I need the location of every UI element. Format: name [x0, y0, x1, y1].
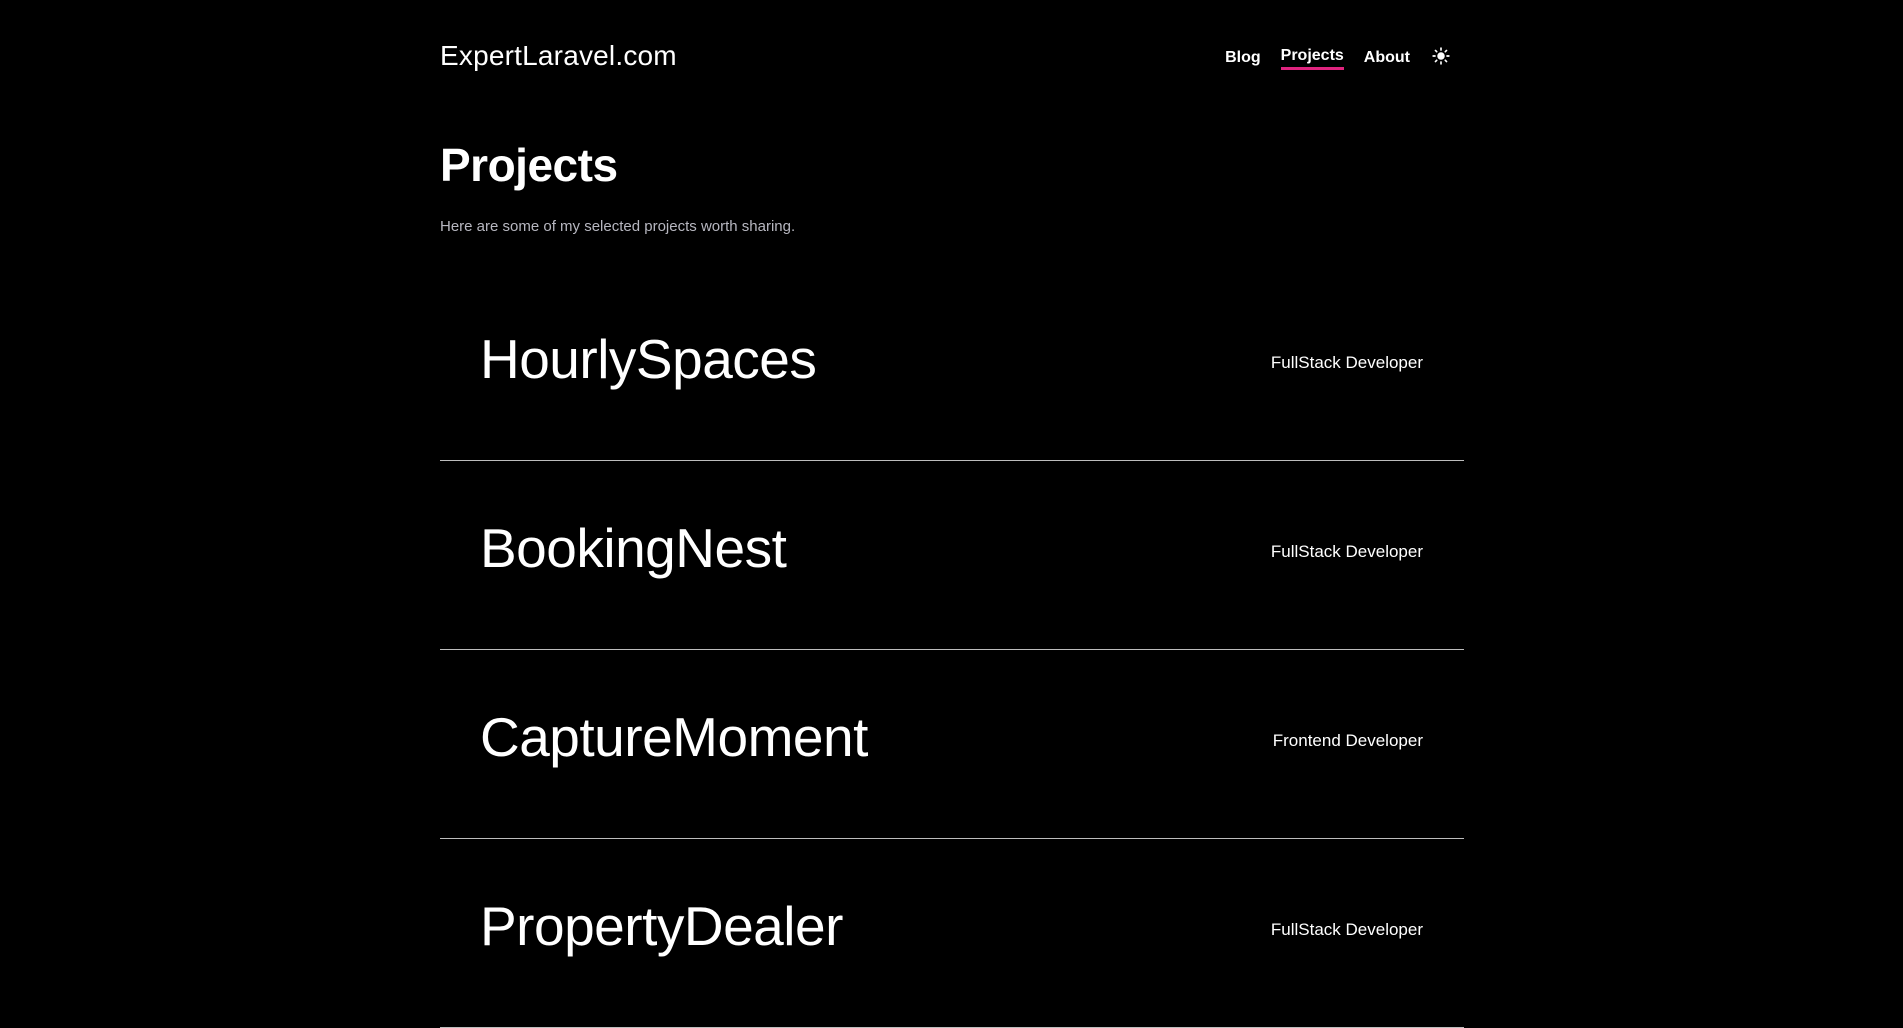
main-nav: Blog Projects About	[1225, 46, 1450, 70]
project-item-capturemoment[interactable]: CaptureMoment Frontend Developer	[440, 650, 1464, 839]
project-role: FullStack Developer	[1270, 542, 1423, 561]
project-item-bookingnest[interactable]: BookingNest FullStack Developer	[440, 461, 1464, 650]
project-role: FullStack Developer	[1270, 920, 1423, 939]
nav-link-about[interactable]: About	[1364, 49, 1410, 69]
page-subtitle: Here are some of my selected projects wo…	[440, 218, 796, 235]
project-name: PropertyDealer	[480, 895, 843, 957]
page-title: Projects	[440, 139, 618, 191]
project-role: Frontend Developer	[1272, 731, 1423, 750]
page-container: ExpertLaravel.com Blog Projects About Pr…	[440, 0, 1464, 1028]
project-item-hourlyspaces[interactable]: HourlySpaces FullStack Developer	[440, 272, 1464, 461]
site-logo-link[interactable]: ExpertLaravel.com	[440, 40, 677, 72]
projects-list: HourlySpaces FullStack Developer Booking…	[440, 272, 1464, 1028]
nav-link-blog[interactable]: Blog	[1225, 49, 1261, 69]
sun-icon	[1432, 46, 1450, 65]
theme-toggle-button[interactable]	[1432, 46, 1450, 65]
project-name: CaptureMoment	[480, 706, 868, 768]
project-name: BookingNest	[480, 517, 787, 579]
project-item-propertydealer[interactable]: PropertyDealer FullStack Developer	[440, 839, 1464, 1028]
project-name: HourlySpaces	[480, 328, 817, 390]
site-header: ExpertLaravel.com Blog Projects About	[440, 0, 1464, 115]
project-role: FullStack Developer	[1270, 353, 1423, 372]
nav-link-projects[interactable]: Projects	[1280, 47, 1344, 70]
